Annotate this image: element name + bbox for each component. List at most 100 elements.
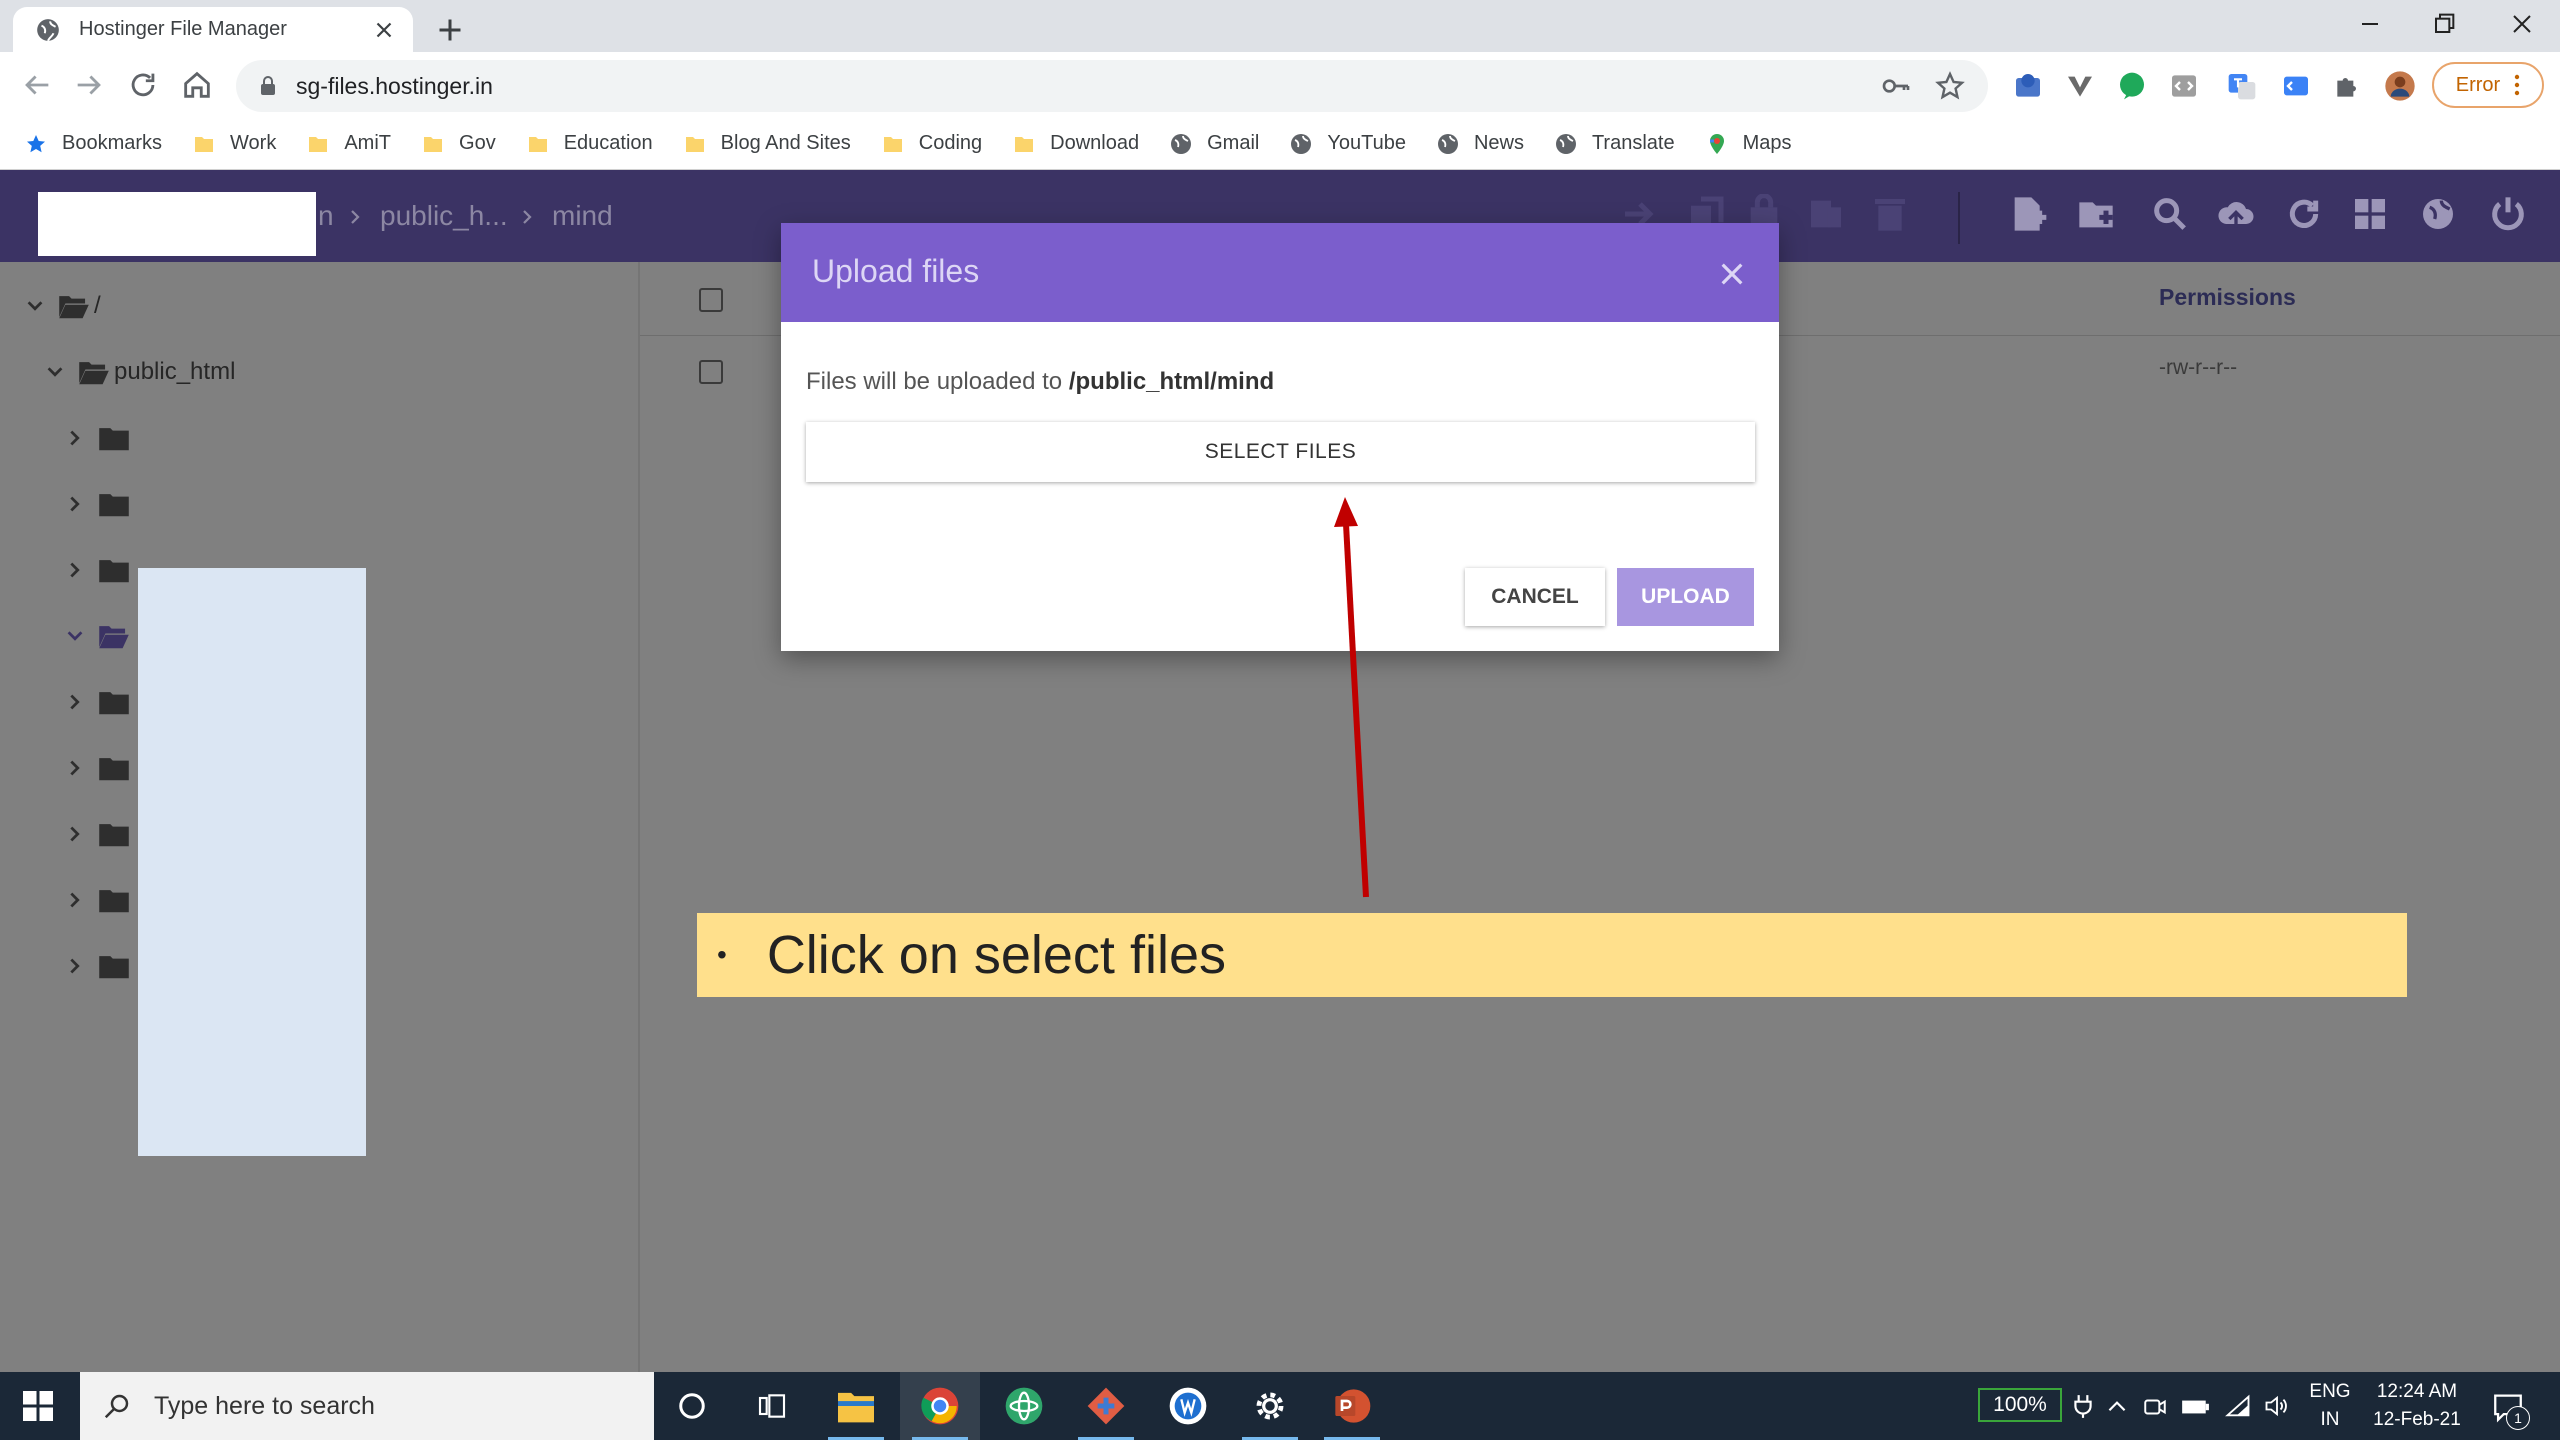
- lock-icon[interactable]: [256, 74, 280, 98]
- chevron-right-icon[interactable]: [64, 955, 86, 977]
- extension-green-icon[interactable]: [2116, 70, 2148, 102]
- cortana-button[interactable]: [652, 1372, 732, 1440]
- taskbar-chrome[interactable]: [900, 1372, 980, 1440]
- tree-item[interactable]: [64, 484, 134, 524]
- tree-item-public-html[interactable]: public_html: [44, 352, 235, 392]
- bookmark-item[interactable]: Education: [526, 132, 653, 156]
- wifi-icon[interactable]: [2224, 1392, 2252, 1420]
- volume-icon[interactable]: [2262, 1392, 2292, 1420]
- bookmark-item[interactable]: Coding: [881, 132, 982, 156]
- tree-item[interactable]: [64, 748, 134, 788]
- bookmark-item[interactable]: News: [1436, 132, 1524, 156]
- extension-code-icon[interactable]: [2168, 70, 2200, 102]
- chevron-up-icon[interactable]: [2104, 1394, 2130, 1420]
- tree-item[interactable]: [64, 682, 134, 722]
- windows-start-icon[interactable]: [20, 1388, 56, 1424]
- avatar[interactable]: [2384, 70, 2416, 102]
- puzzle-icon[interactable]: [2332, 70, 2364, 102]
- grid-view-icon[interactable]: [2350, 194, 2390, 234]
- taskbar-app-green[interactable]: [984, 1372, 1064, 1440]
- column-permissions[interactable]: Permissions: [2159, 284, 2296, 311]
- close-icon[interactable]: [371, 17, 397, 43]
- chevron-right-icon[interactable]: [64, 823, 86, 845]
- tree-item[interactable]: [64, 880, 134, 920]
- language-indicator[interactable]: ENG IN: [2304, 1378, 2356, 1434]
- battery-icon[interactable]: [2180, 1394, 2210, 1420]
- minimize-icon[interactable]: [2352, 8, 2388, 40]
- chevron-right-icon[interactable]: [64, 427, 86, 449]
- chevron-down-icon[interactable]: [44, 361, 66, 383]
- chevron-right-icon[interactable]: [64, 889, 86, 911]
- extension-account-icon[interactable]: [2012, 70, 2044, 102]
- close-icon[interactable]: [1716, 258, 1748, 290]
- search-icon[interactable]: [2150, 194, 2190, 234]
- taskbar-search[interactable]: Type here to search: [80, 1372, 654, 1440]
- refresh-icon[interactable]: [2284, 194, 2324, 234]
- chevron-right-icon[interactable]: [64, 493, 86, 515]
- taskbar-app-git[interactable]: [1066, 1372, 1146, 1440]
- new-tab-icon[interactable]: [432, 12, 468, 48]
- bookmark-item[interactable]: AmiT: [306, 132, 391, 156]
- taskbar-file-explorer[interactable]: [816, 1372, 896, 1440]
- bookmark-item[interactable]: Download: [1012, 132, 1139, 156]
- new-folder-icon[interactable]: [2076, 194, 2116, 234]
- bookmark-item[interactable]: Gmail: [1169, 132, 1259, 156]
- extension-v-icon[interactable]: [2064, 70, 2096, 102]
- chevron-down-icon[interactable]: [64, 625, 86, 647]
- trash-icon[interactable]: [1870, 194, 1910, 234]
- taskbar-app-blue[interactable]: [1148, 1372, 1228, 1440]
- language-icon[interactable]: [2418, 194, 2458, 234]
- new-file-icon[interactable]: [2008, 194, 2048, 234]
- power-icon[interactable]: [2488, 194, 2528, 234]
- restore-icon[interactable]: [2426, 8, 2462, 40]
- folder-tree: / public_html: [0, 262, 640, 1372]
- forward-icon[interactable]: [72, 68, 106, 102]
- chevron-right-icon[interactable]: [64, 757, 86, 779]
- chevron-right-icon[interactable]: [64, 691, 86, 713]
- taskbar-settings[interactable]: [1230, 1372, 1310, 1440]
- upload-icon[interactable]: [2216, 194, 2256, 234]
- extract-icon[interactable]: [1806, 194, 1846, 234]
- browser-tab[interactable]: Hostinger File Manager: [13, 7, 413, 52]
- extension-screen-icon[interactable]: [2280, 70, 2312, 102]
- window-close-icon[interactable]: [2504, 8, 2540, 40]
- address-bar[interactable]: sg-files.hostinger.in: [236, 60, 1988, 112]
- tree-item-root[interactable]: /: [24, 286, 101, 326]
- taskbar-powerpoint[interactable]: [1312, 1372, 1392, 1440]
- breadcrumb-mind[interactable]: mind: [552, 200, 613, 232]
- tree-item[interactable]: [64, 814, 134, 854]
- key-icon[interactable]: [1880, 70, 1912, 102]
- bookmark-item[interactable]: Bookmarks: [24, 132, 162, 156]
- translate-extension-icon[interactable]: [2226, 70, 2258, 102]
- select-files-button[interactable]: SELECT FILES: [806, 422, 1755, 482]
- tree-item[interactable]: [64, 418, 134, 458]
- bookmark-item[interactable]: Maps: [1705, 132, 1792, 156]
- bookmark-item[interactable]: Gov: [421, 132, 496, 156]
- bookmark-item[interactable]: Blog And Sites: [683, 132, 851, 156]
- meet-now-icon[interactable]: [2142, 1394, 2168, 1420]
- select-all-checkbox[interactable]: [699, 288, 723, 312]
- task-view-button[interactable]: [732, 1372, 812, 1440]
- chevron-right-icon[interactable]: [64, 559, 86, 581]
- home-icon[interactable]: [180, 68, 214, 102]
- profile-error-button[interactable]: Error: [2432, 62, 2544, 108]
- cortana-icon: [679, 1393, 705, 1419]
- star-icon[interactable]: [1934, 70, 1966, 102]
- bookmark-item[interactable]: Work: [192, 132, 276, 156]
- breadcrumb-partial[interactable]: n: [318, 200, 334, 232]
- reload-icon[interactable]: [126, 68, 160, 102]
- back-icon[interactable]: [20, 68, 54, 102]
- clock[interactable]: 12:24 AM 12-Feb-21: [2362, 1378, 2472, 1434]
- url-text[interactable]: sg-files.hostinger.in: [296, 73, 1880, 100]
- chevron-down-icon[interactable]: [24, 295, 46, 317]
- tree-item[interactable]: [64, 550, 134, 590]
- bookmark-item[interactable]: Translate: [1554, 132, 1675, 156]
- bookmark-item[interactable]: YouTube: [1289, 132, 1406, 156]
- upload-button[interactable]: UPLOAD: [1617, 568, 1754, 626]
- tree-item[interactable]: [64, 946, 134, 986]
- folder-open-icon: [59, 296, 89, 319]
- tree-item-selected[interactable]: [64, 616, 134, 656]
- cancel-button[interactable]: CANCEL: [1465, 568, 1605, 626]
- row-checkbox[interactable]: [699, 360, 723, 384]
- breadcrumb-public-html[interactable]: public_h...: [380, 200, 508, 232]
